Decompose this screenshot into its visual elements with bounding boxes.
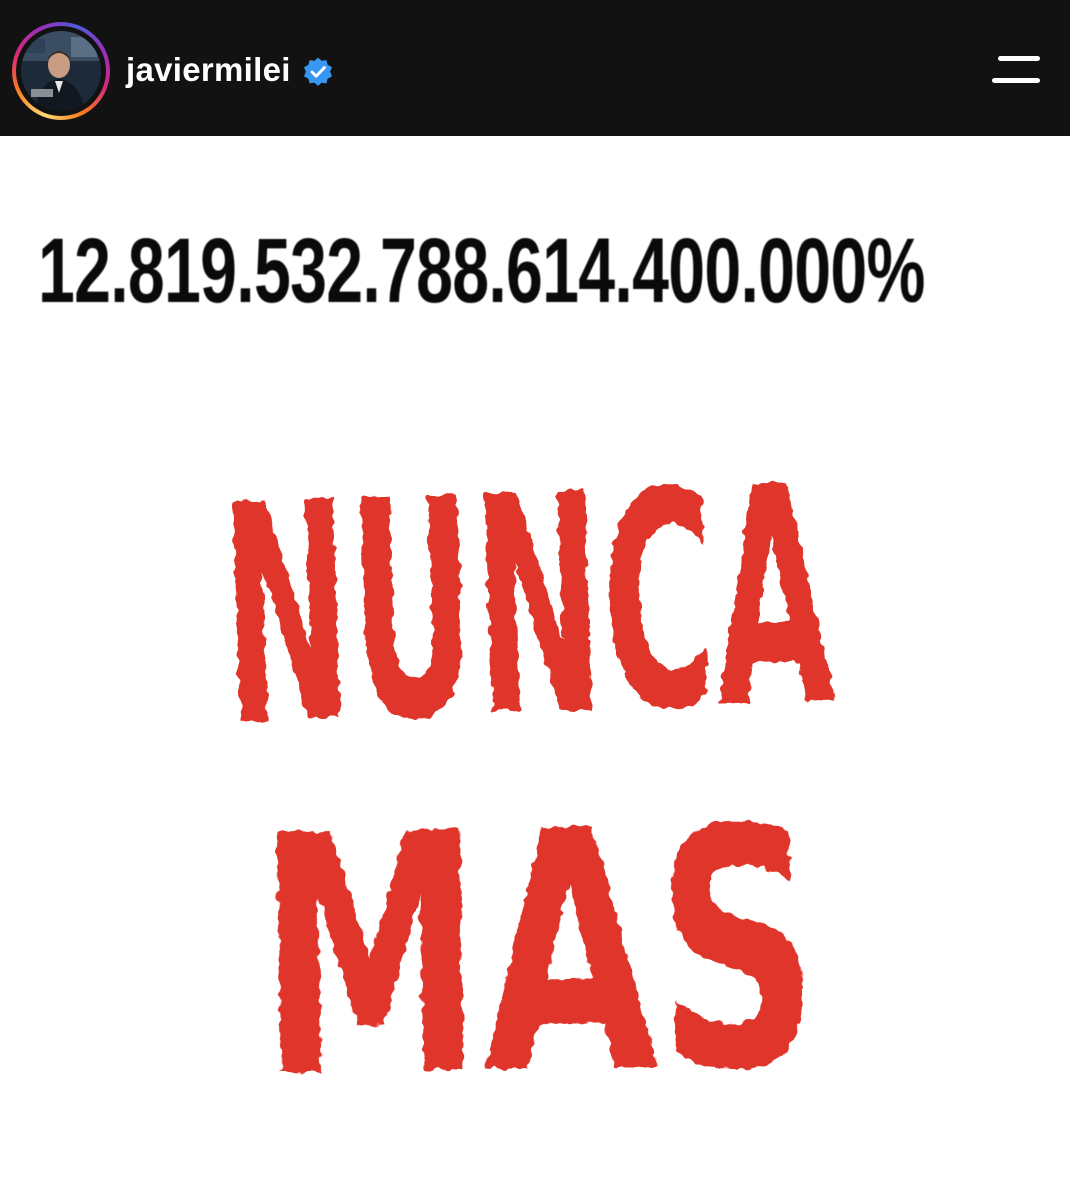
slogan-line-2: MAS xyxy=(255,757,822,1151)
verified-badge-icon xyxy=(304,57,332,86)
story-ring[interactable] xyxy=(12,22,110,120)
post-header: javiermilei xyxy=(0,0,1070,136)
hamburger-menu-icon[interactable] xyxy=(988,52,1044,88)
username[interactable]: javiermilei xyxy=(126,50,291,90)
slogan-line-1: NUNCA xyxy=(217,422,840,792)
avatar[interactable] xyxy=(21,31,101,111)
post-image[interactable]: 12.819.532.788.614.400.000% NUNCA MAS xyxy=(0,136,1070,1200)
nunca-mas-slogan: NUNCA MAS xyxy=(217,422,840,1151)
avatar-photo-icon xyxy=(21,31,101,111)
